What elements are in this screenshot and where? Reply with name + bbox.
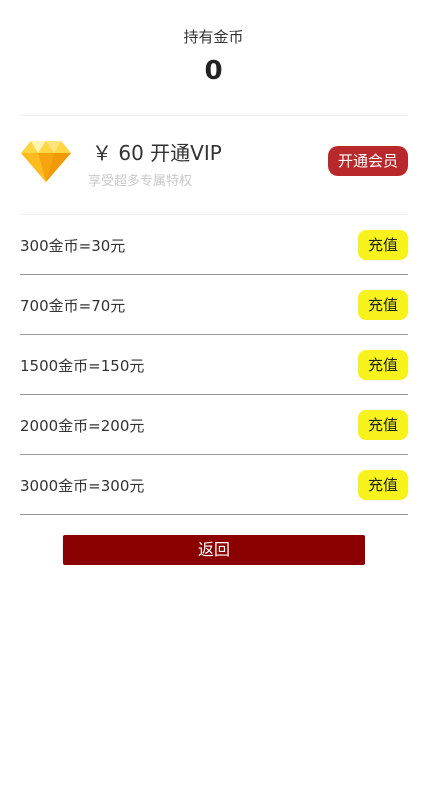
recharge-button[interactable]: 充值 — [358, 230, 408, 260]
recharge-item-label: 1500金币=150元 — [20, 357, 145, 375]
back-button[interactable]: 返回 — [63, 535, 365, 565]
coin-recharge-page: 持有金币 0 ￥ 60 开通VIP 享受超多专属特权 开通会员 300金币=30… — [0, 0, 427, 808]
open-vip-button[interactable]: 开通会员 — [328, 146, 408, 176]
recharge-item: 1500金币=150元 充值 — [20, 335, 408, 395]
divider — [20, 115, 408, 116]
coin-balance-label: 持有金币 — [183, 28, 244, 46]
recharge-item-label: 2000金币=200元 — [20, 417, 145, 435]
recharge-item: 700金币=70元 充值 — [20, 275, 408, 335]
vip-title: ￥ 60 开通VIP — [92, 141, 222, 165]
vip-subtitle: 享受超多专属特权 — [88, 174, 193, 189]
recharge-item: 3000金币=300元 充值 — [20, 455, 408, 515]
recharge-item-label: 700金币=70元 — [20, 297, 126, 315]
recharge-button[interactable]: 充值 — [358, 470, 408, 500]
recharge-list: 300金币=30元 充值 700金币=70元 充值 1500金币=150元 充值… — [20, 215, 408, 515]
recharge-button[interactable]: 充值 — [358, 410, 408, 440]
recharge-item: 2000金币=200元 充值 — [20, 395, 408, 455]
vip-offer: ￥ 60 开通VIP 享受超多专属特权 开通会员 — [20, 136, 408, 196]
recharge-item-label: 300金币=30元 — [20, 237, 126, 255]
recharge-item: 300金币=30元 充值 — [20, 215, 408, 275]
diamond-icon — [21, 141, 71, 182]
recharge-button[interactable]: 充值 — [358, 290, 408, 320]
recharge-button[interactable]: 充值 — [358, 350, 408, 380]
coin-balance-value: 0 — [204, 56, 223, 86]
recharge-item-label: 3000金币=300元 — [20, 477, 145, 495]
